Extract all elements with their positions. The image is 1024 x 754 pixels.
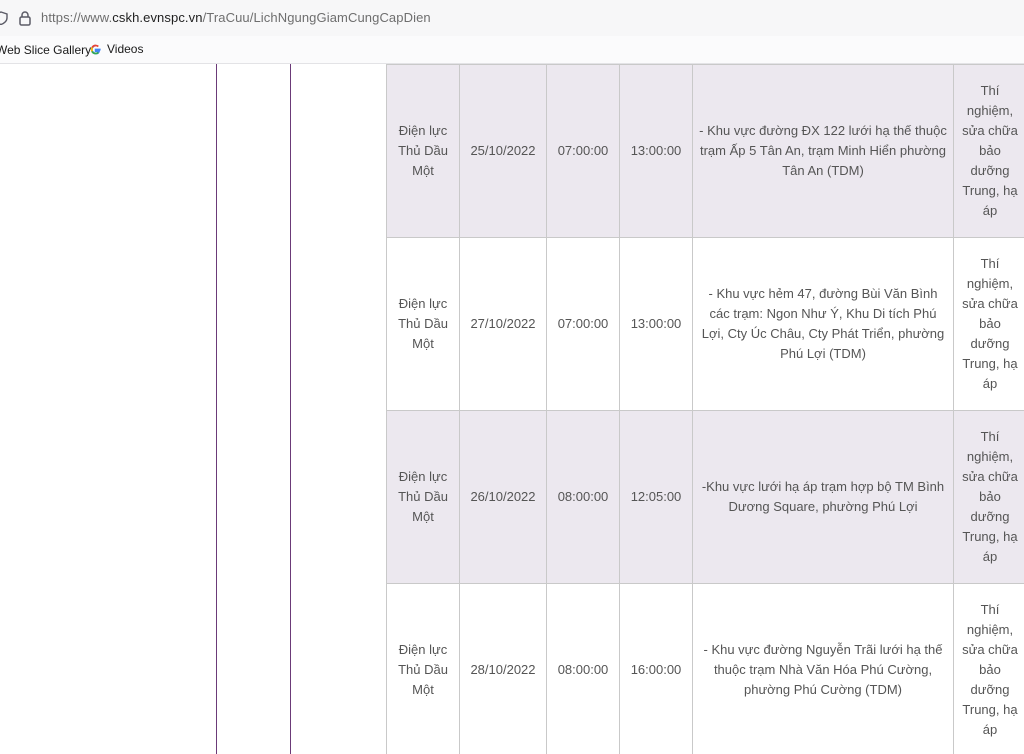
bookmarks-bar: Web Slice Gallery Videos <box>0 36 1024 64</box>
bookmark-videos[interactable]: Videos <box>89 42 143 56</box>
google-g-icon <box>90 44 101 54</box>
column-divider <box>216 64 217 754</box>
table-row: Điện lực Thủ Dầu Một 26/10/2022 08:00:00… <box>386 410 1024 584</box>
bookmark-label: Videos <box>107 42 144 56</box>
cell-unit: Điện lực Thủ Dầu Một <box>386 237 460 411</box>
cell-unit: Điện lực Thủ Dầu Một <box>386 64 460 238</box>
cell-reason: Thí nghiệm, sửa chữa bảo dưỡng Trung, hạ… <box>953 237 1024 411</box>
cell-date: 25/10/2022 <box>459 64 547 238</box>
cell-unit: Điện lực Thủ Dầu Một <box>386 583 460 754</box>
cell-area: - Khu vực đường ĐX 122 lưới hạ thế thuộc… <box>692 64 954 238</box>
cell-area: - Khu vực hẻm 47, đường Bùi Văn Bình các… <box>692 237 954 411</box>
cell-start-time: 07:00:00 <box>546 64 620 238</box>
cell-unit: Điện lực Thủ Dầu Một <box>386 410 460 584</box>
cell-start-time: 08:00:00 <box>546 583 620 754</box>
cell-date: 27/10/2022 <box>459 237 547 411</box>
page-content: Điện lực Thủ Dầu Một 25/10/2022 07:00:00… <box>0 64 1024 754</box>
table-row: Điện lực Thủ Dầu Một 25/10/2022 07:00:00… <box>386 64 1024 238</box>
cell-start-time: 07:00:00 <box>546 237 620 411</box>
url-prefix: https://www. <box>41 10 113 25</box>
cell-area: -Khu vực lưới hạ áp trạm hợp bộ TM Bình … <box>692 410 954 584</box>
cell-reason: Thí nghiệm, sửa chữa bảo dưỡng Trung, hạ… <box>953 64 1024 238</box>
bookmark-label: Web Slice Gallery <box>0 43 92 57</box>
shield-icon[interactable] <box>0 11 8 25</box>
cell-end-time: 12:05:00 <box>619 410 693 584</box>
cell-end-time: 13:00:00 <box>619 237 693 411</box>
cell-start-time: 08:00:00 <box>546 410 620 584</box>
lock-icon[interactable] <box>18 10 32 26</box>
cell-end-time: 13:00:00 <box>619 64 693 238</box>
cell-date: 26/10/2022 <box>459 410 547 584</box>
address-bar[interactable]: https://www.cskh.evnspc.vn/TraCuu/LichNg… <box>0 0 1024 36</box>
bookmark-web-slice-gallery[interactable]: Web Slice Gallery <box>0 43 91 57</box>
url-text[interactable]: https://www.cskh.evnspc.vn/TraCuu/LichNg… <box>41 10 431 25</box>
table-row: Điện lực Thủ Dầu Một 27/10/2022 07:00:00… <box>386 237 1024 411</box>
url-host: cskh.evnspc.vn <box>112 10 203 25</box>
table-row: Điện lực Thủ Dầu Một 28/10/2022 08:00:00… <box>386 583 1024 754</box>
cell-reason: Thí nghiệm, sửa chữa bảo dưỡng Trung, hạ… <box>953 410 1024 584</box>
url-path: /TraCuu/LichNgungGiamCungCapDien <box>202 10 431 25</box>
outage-schedule-table: Điện lực Thủ Dầu Một 25/10/2022 07:00:00… <box>386 64 1024 754</box>
cell-area: - Khu vực đường Nguyễn Trãi lưới hạ thế … <box>692 583 954 754</box>
column-divider <box>290 64 291 754</box>
cell-end-time: 16:00:00 <box>619 583 693 754</box>
cell-reason: Thí nghiệm, sửa chữa bảo dưỡng Trung, hạ… <box>953 583 1024 754</box>
cell-date: 28/10/2022 <box>459 583 547 754</box>
